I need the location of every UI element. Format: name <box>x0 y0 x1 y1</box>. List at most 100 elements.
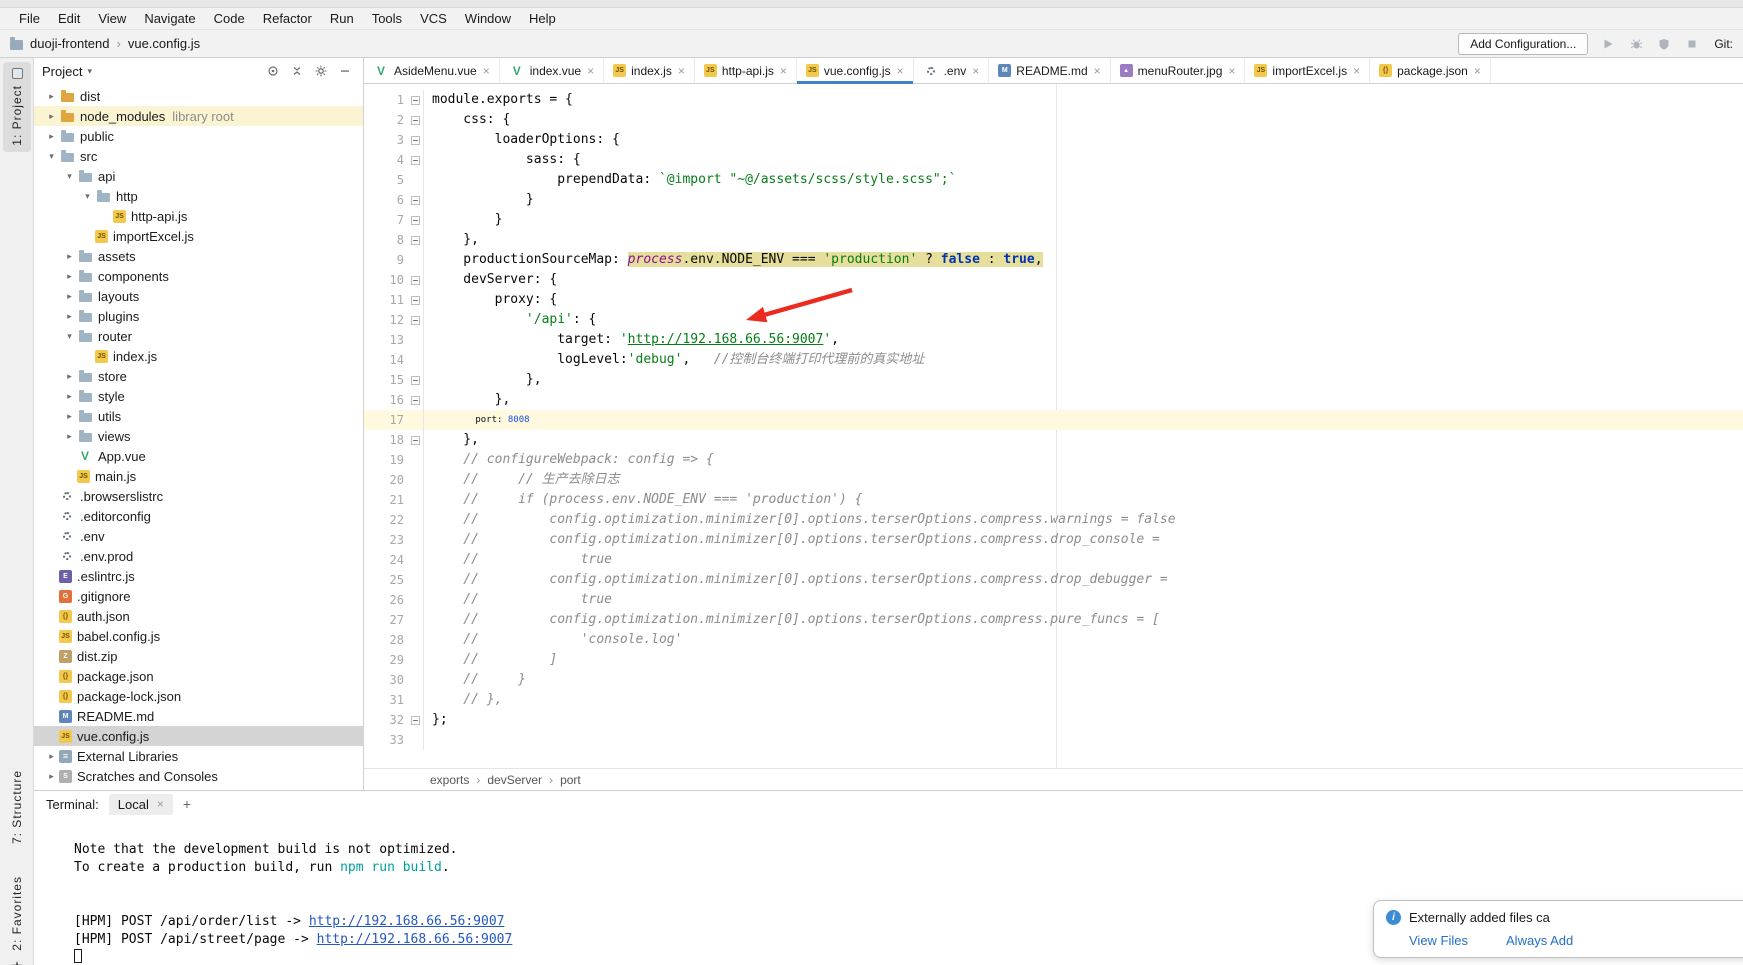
menu-vcs[interactable]: VCS <box>411 9 456 28</box>
tree-item-src[interactable]: ▾src <box>34 146 363 166</box>
tool-button-favorites[interactable]: 2: Favorites ★ <box>3 876 31 965</box>
fold-icon[interactable] <box>411 296 420 305</box>
editor-breadcrumb-item[interactable]: port <box>560 773 581 787</box>
project-panel-title[interactable]: Project ▾ <box>42 64 92 79</box>
menu-file[interactable]: File <box>10 9 49 28</box>
chevron-right-icon[interactable]: ▸ <box>44 91 59 102</box>
fold-icon[interactable] <box>411 716 420 725</box>
fold-icon[interactable] <box>411 156 420 165</box>
editor-tab-.env[interactable]: .env× <box>914 58 990 83</box>
editor-tab-AsideMenu.vue[interactable]: VAsideMenu.vue× <box>364 58 500 83</box>
tree-item-public[interactable]: ▸public <box>34 126 363 146</box>
tree-item-node_modules[interactable]: ▸node_moduleslibrary root <box>34 106 363 126</box>
terminal-tab-Local[interactable]: Local× <box>109 794 173 815</box>
editor-tab-package.json[interactable]: {}package.json× <box>1370 58 1491 83</box>
menu-navigate[interactable]: Navigate <box>135 9 204 28</box>
breadcrumb-item[interactable]: duoji-frontend <box>30 36 110 51</box>
code-line-26[interactable]: 26 // true <box>364 590 1743 610</box>
tree-item-style[interactable]: ▸style <box>34 386 363 406</box>
code-line-29[interactable]: 29 // ] <box>364 650 1743 670</box>
notification-balloon[interactable]: i Externally added files ca View FilesAl… <box>1373 900 1743 958</box>
locate-icon[interactable] <box>263 61 283 81</box>
run-icon[interactable] <box>1600 36 1616 52</box>
stop-icon[interactable] <box>1684 36 1700 52</box>
chevron-down-icon[interactable]: ▾ <box>80 191 95 202</box>
tree-item-auth.json[interactable]: {}auth.json <box>34 606 363 626</box>
chevron-down-icon[interactable]: ▾ <box>62 171 77 182</box>
tree-item-README.md[interactable]: MREADME.md <box>34 706 363 726</box>
tree-item-http[interactable]: ▾http <box>34 186 363 206</box>
editor-tab-vue.config.js[interactable]: JSvue.config.js× <box>797 58 914 83</box>
fold-icon[interactable] <box>411 276 420 285</box>
tree-item-.env[interactable]: .env <box>34 526 363 546</box>
collapse-all-icon[interactable] <box>287 61 307 81</box>
tree-item-views[interactable]: ▸views <box>34 426 363 446</box>
code-line-32[interactable]: 32}; <box>364 710 1743 730</box>
chevron-down-icon[interactable]: ▾ <box>62 331 77 342</box>
editor-breadcrumb-item[interactable]: exports <box>430 773 469 787</box>
code-line-6[interactable]: 6 } <box>364 190 1743 210</box>
coverage-icon[interactable] <box>1656 36 1672 52</box>
tree-item-.editorconfig[interactable]: .editorconfig <box>34 506 363 526</box>
tree-item-http-api.js[interactable]: JShttp-api.js <box>34 206 363 226</box>
tree-item-.env.prod[interactable]: .env.prod <box>34 546 363 566</box>
tree-item-plugins[interactable]: ▸plugins <box>34 306 363 326</box>
code-line-24[interactable]: 24 // true <box>364 550 1743 570</box>
tree-item-router[interactable]: ▾router <box>34 326 363 346</box>
close-icon[interactable]: × <box>157 797 164 811</box>
fold-icon[interactable] <box>411 216 420 225</box>
code-line-7[interactable]: 7 } <box>364 210 1743 230</box>
tree-item-.eslintrc.js[interactable]: E.eslintrc.js <box>34 566 363 586</box>
tree-item-api[interactable]: ▾api <box>34 166 363 186</box>
editor-tab-menuRouter.jpg[interactable]: ▲menuRouter.jpg× <box>1111 58 1246 83</box>
tree-item-package.json[interactable]: {}package.json <box>34 666 363 686</box>
code-line-5[interactable]: 5 prependData: `@import "~@/assets/scss/… <box>364 170 1743 190</box>
fold-icon[interactable] <box>411 96 420 105</box>
chevron-right-icon[interactable]: ▸ <box>44 111 59 122</box>
code-line-2[interactable]: 2 css: { <box>364 110 1743 130</box>
fold-icon[interactable] <box>411 236 420 245</box>
editor-tab-importExcel.js[interactable]: JSimportExcel.js× <box>1245 58 1370 83</box>
code-line-22[interactable]: 22 // config.optimization.minimizer[0].o… <box>364 510 1743 530</box>
tool-button-project[interactable]: 1: Project <box>3 62 31 152</box>
notification-link[interactable]: Always Add <box>1506 933 1573 948</box>
code-line-18[interactable]: 18 }, <box>364 430 1743 450</box>
tree-item-dist[interactable]: ▸dist <box>34 86 363 106</box>
tree-item-External Libraries[interactable]: ▸≡External Libraries <box>34 746 363 766</box>
tree-item-vue.config.js[interactable]: JSvue.config.js <box>34 726 363 746</box>
code-line-20[interactable]: 20 // // 生产去除日志 <box>364 470 1743 490</box>
tree-item-babel.config.js[interactable]: JSbabel.config.js <box>34 626 363 646</box>
menu-window[interactable]: Window <box>456 9 520 28</box>
code-line-27[interactable]: 27 // config.optimization.minimizer[0].o… <box>364 610 1743 630</box>
chevron-right-icon[interactable]: ▸ <box>62 411 77 422</box>
code-line-28[interactable]: 28 // 'console.log' <box>364 630 1743 650</box>
code-line-1[interactable]: 1module.exports = { <box>364 90 1743 110</box>
chevron-right-icon[interactable]: ▸ <box>44 751 59 762</box>
tree-item-main.js[interactable]: JSmain.js <box>34 466 363 486</box>
tree-item-dist.zip[interactable]: Zdist.zip <box>34 646 363 666</box>
code-line-17[interactable]: 17 port: 8008 <box>364 410 1743 430</box>
tree-item-utils[interactable]: ▸utils <box>34 406 363 426</box>
fold-icon[interactable] <box>411 136 420 145</box>
code-line-33[interactable]: 33 <box>364 730 1743 750</box>
code-line-19[interactable]: 19 // configureWebpack: config => { <box>364 450 1743 470</box>
tool-button-structure[interactable]: 7: Structure <box>3 770 31 844</box>
code-line-23[interactable]: 23 // config.optimization.minimizer[0].o… <box>364 530 1743 550</box>
fold-icon[interactable] <box>411 196 420 205</box>
menu-run[interactable]: Run <box>321 9 363 28</box>
tree-item-index.js[interactable]: JSindex.js <box>34 346 363 366</box>
editor-tab-README.md[interactable]: MREADME.md× <box>989 58 1110 83</box>
code-line-12[interactable]: 12 '/api': { <box>364 310 1743 330</box>
tree-item-components[interactable]: ▸components <box>34 266 363 286</box>
new-terminal-button[interactable]: + <box>183 796 191 812</box>
menu-view[interactable]: View <box>89 9 135 28</box>
close-icon[interactable]: × <box>780 64 787 78</box>
close-icon[interactable]: × <box>1353 64 1360 78</box>
fold-icon[interactable] <box>411 436 420 445</box>
code-area[interactable]: 1module.exports = {2 css: {3 loaderOptio… <box>364 84 1743 768</box>
tree-item-.gitignore[interactable]: G.gitignore <box>34 586 363 606</box>
code-line-11[interactable]: 11 proxy: { <box>364 290 1743 310</box>
close-icon[interactable]: × <box>678 64 685 78</box>
close-icon[interactable]: × <box>1474 64 1481 78</box>
chevron-right-icon[interactable]: ▸ <box>62 311 77 322</box>
